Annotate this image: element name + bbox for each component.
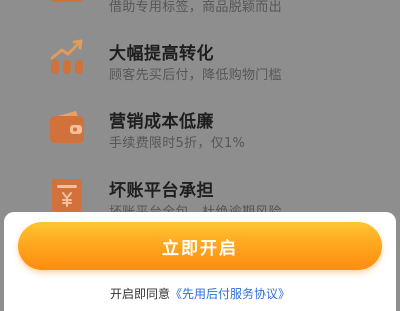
feature-title: 营销成本低廉 bbox=[109, 112, 214, 132]
feature-desc: 顾客先买后付，降低购物门槛 bbox=[109, 68, 282, 83]
feature-desc: 手续费限时5折，仅1% bbox=[109, 136, 246, 151]
tag-icon bbox=[51, 0, 83, 2]
agreement-text: 开启即同意《先用后付服务协议》 bbox=[4, 285, 396, 302]
feature-item-conversion: 大幅提高转化 顾客先买后付，降低购物门槛 bbox=[0, 38, 400, 108]
growth-chart-icon bbox=[50, 39, 83, 74]
feature-item-marketing-cost: 营销成本低廉 手续费限时5折，仅1% bbox=[0, 105, 400, 175]
invoice-icon bbox=[52, 179, 82, 212]
wallet-icon bbox=[50, 111, 84, 143]
feature-title: 坏账平台承担 bbox=[109, 181, 214, 201]
service-agreement-link[interactable]: 《先用后付服务协议》 bbox=[170, 287, 290, 301]
agreement-prefix: 开启即同意 bbox=[109, 287, 170, 301]
feature-title: 大幅提高转化 bbox=[109, 44, 214, 64]
feature-item-tag: 借助专用标签，商品脱颖而出 bbox=[0, 0, 400, 28]
bottom-action-sheet: 立即开启 开启即同意《先用后付服务协议》 bbox=[4, 212, 396, 311]
enable-now-button[interactable]: 立即开启 bbox=[18, 222, 382, 270]
feature-desc: 借助专用标签，商品脱颖而出 bbox=[109, 0, 282, 15]
